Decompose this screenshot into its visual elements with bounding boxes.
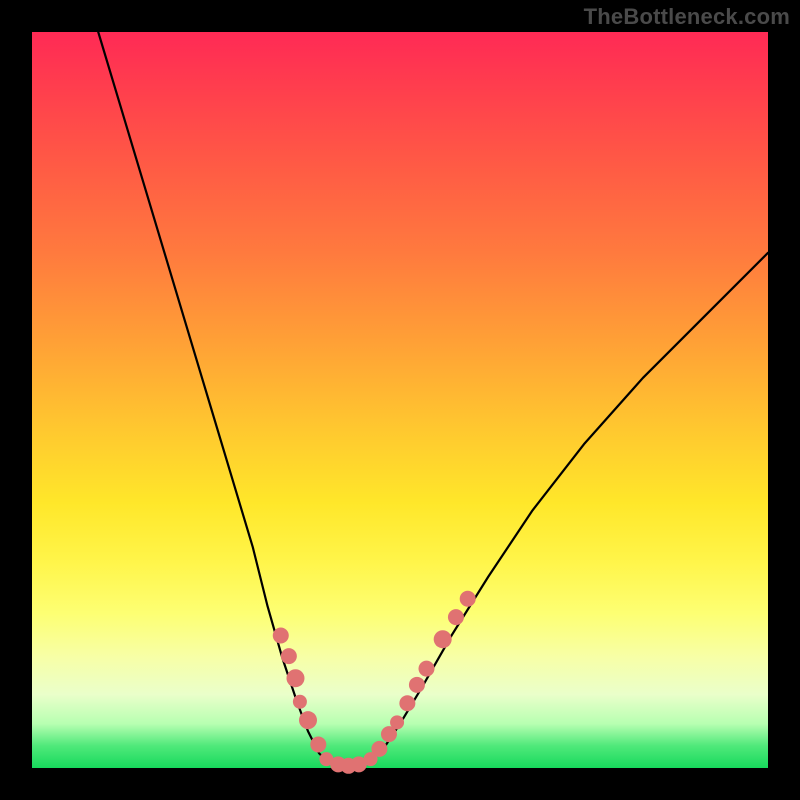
data-marker (390, 715, 404, 729)
data-marker (371, 741, 387, 757)
data-marker (419, 661, 435, 677)
data-marker (273, 628, 289, 644)
chart-overlay (32, 32, 768, 768)
bottleneck-curve (98, 32, 768, 766)
marker-group (273, 591, 476, 774)
data-marker (310, 736, 326, 752)
data-marker (281, 648, 297, 664)
data-marker (293, 695, 307, 709)
data-marker (299, 711, 317, 729)
watermark-text: TheBottleneck.com (584, 4, 790, 30)
data-marker (434, 630, 452, 648)
data-marker (286, 669, 304, 687)
data-marker (409, 677, 425, 693)
data-marker (448, 609, 464, 625)
data-marker (399, 695, 415, 711)
data-marker (460, 591, 476, 607)
